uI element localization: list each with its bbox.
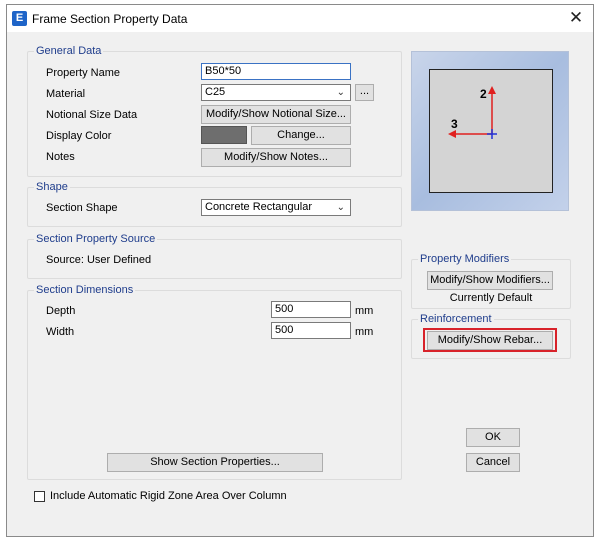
modify-modifiers-button[interactable]: Modify/Show Modifiers... <box>427 271 553 290</box>
depth-input[interactable]: 500 <box>271 301 351 318</box>
app-logo-icon: E <box>12 11 27 26</box>
chevron-down-icon: ⌄ <box>336 87 345 98</box>
dialog-window: E Frame Section Property Data ✕ General … <box>6 4 594 537</box>
width-input[interactable]: 500 <box>271 322 351 339</box>
section-preview: 2 3 <box>411 51 569 211</box>
section-shape-select[interactable]: Concrete Rectangular ⌄ <box>201 199 351 216</box>
change-color-button[interactable]: Change... <box>251 126 351 145</box>
rigid-zone-checkbox[interactable] <box>34 491 45 502</box>
notes-button[interactable]: Modify/Show Notes... <box>201 148 351 167</box>
section-dimensions-group: Section Dimensions <box>27 284 402 480</box>
dialog-title: Frame Section Property Data <box>32 12 188 26</box>
notional-size-button[interactable]: Modify/Show Notional Size... <box>201 105 351 124</box>
close-icon[interactable]: ✕ <box>565 8 587 28</box>
general-data-title: General Data <box>34 45 104 57</box>
depth-unit: mm <box>355 305 374 317</box>
width-label: Width <box>46 326 75 338</box>
cancel-button[interactable]: Cancel <box>466 453 520 472</box>
axis-3-label: 3 <box>451 117 458 131</box>
title-bar: E Frame Section Property Data ✕ <box>7 5 593 32</box>
material-select[interactable]: C25 ⌄ <box>201 84 351 101</box>
axis-2-label: 2 <box>480 87 487 101</box>
section-shape-value: Concrete Rectangular <box>205 201 313 213</box>
chevron-down-icon: ⌄ <box>336 202 345 213</box>
source-text: Source: User Defined <box>46 254 152 266</box>
notes-label: Notes <box>46 151 75 163</box>
material-label: Material <box>46 88 86 100</box>
reinforcement-title: Reinforcement <box>418 313 494 325</box>
width-unit: mm <box>355 326 374 338</box>
axis-2-arrowhead <box>488 86 496 94</box>
axis-diagram <box>448 86 497 139</box>
property-modifiers-title: Property Modifiers <box>418 253 512 265</box>
shape-title: Shape <box>34 181 70 193</box>
material-more-button[interactable]: ... <box>355 84 374 101</box>
notional-size-label: Notional Size Data <box>46 109 138 121</box>
display-color-label: Display Color <box>46 130 112 142</box>
material-select-value: C25 <box>205 86 226 98</box>
section-dimensions-title: Section Dimensions <box>34 284 136 296</box>
modifiers-status: Currently Default <box>449 292 533 304</box>
section-shape-label: Section Shape <box>46 202 118 214</box>
depth-label: Depth <box>46 305 76 317</box>
section-property-source-title: Section Property Source <box>34 233 158 245</box>
property-name-label: Property Name <box>46 67 120 79</box>
section-shape-drawing: 2 3 <box>429 69 553 193</box>
ok-button[interactable]: OK <box>466 428 520 447</box>
show-section-properties-button[interactable]: Show Section Properties... <box>107 453 323 472</box>
property-name-input[interactable]: B50*50 <box>201 63 351 80</box>
rigid-zone-label: Include Automatic Rigid Zone Area Over C… <box>50 490 287 502</box>
modify-rebar-button[interactable]: Modify/Show Rebar... <box>427 331 553 350</box>
display-color-swatch[interactable] <box>201 126 247 144</box>
axis-3-arrowhead <box>448 130 456 138</box>
